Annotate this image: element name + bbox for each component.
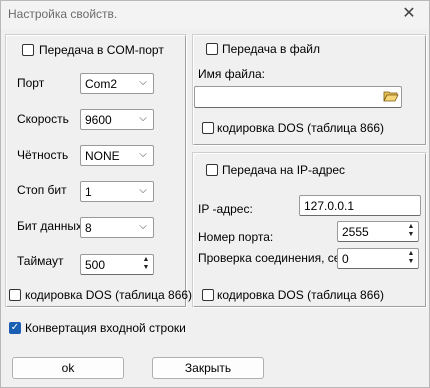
spin-buttons[interactable]: ▲ ▼ [405, 250, 417, 267]
ip-dos-checkbox[interactable] [202, 289, 214, 301]
spin-up-icon[interactable]: ▲ [405, 250, 417, 258]
close-button[interactable]: Закрыть [152, 357, 264, 379]
convert-checkbox[interactable]: ✓ [9, 322, 21, 334]
ip-dos-label: кодировка DOS (таблица 866) [217, 288, 385, 302]
window-title: Настройка свойств. [8, 7, 118, 21]
file-label: Передача в файл [222, 42, 321, 56]
port-label: Порт [17, 76, 45, 90]
com-port-label: Передача в COM-порт [39, 43, 164, 57]
data-bits-value: 8 [85, 221, 92, 235]
timeout-stepper[interactable]: 500 ▲ ▼ [80, 254, 154, 275]
speed-value: 9600 [85, 113, 112, 127]
data-bits-select[interactable]: 8 ⌵ [80, 217, 154, 238]
stop-bits-select[interactable]: 1 ⌵ [80, 181, 154, 202]
spin-buttons[interactable]: ▲ ▼ [140, 256, 152, 273]
file-checkbox[interactable] [206, 43, 218, 55]
chevron-down-icon: ⌵ [139, 221, 147, 232]
file-dos-label: кодировка DOS (таблица 866) [217, 121, 385, 135]
filename-input[interactable] [194, 86, 402, 108]
chevron-down-icon: ⌵ [139, 77, 147, 88]
folder-open-icon[interactable] [383, 89, 399, 103]
file-dos-checkbox[interactable] [202, 122, 214, 134]
ip-address-label: IP -адрес: [198, 202, 253, 216]
port-number-stepper[interactable]: 2555 ▲ ▼ [337, 221, 419, 242]
settings-dialog: Настройка свойств. ✕ Передача в COM-порт… [0, 0, 430, 388]
port-number-label: Номер порта: [198, 230, 274, 244]
port-value: Com2 [85, 77, 118, 91]
convert-label: Конвертация входной строки [25, 321, 186, 335]
spin-buttons[interactable]: ▲ ▼ [405, 223, 417, 240]
parity-select[interactable]: NONE ⌵ [80, 145, 154, 166]
spin-down-icon[interactable]: ▼ [140, 264, 152, 272]
check-interval-value: 0 [342, 252, 349, 266]
ip-address-value: 127.0.0.1 [304, 199, 355, 213]
com-port-checkbox[interactable] [22, 44, 34, 56]
port-number-value: 2555 [342, 225, 369, 239]
ip-address-input[interactable]: 127.0.0.1 [299, 195, 421, 216]
parity-label: Чётность [17, 148, 69, 162]
ok-button[interactable]: ok [12, 357, 124, 379]
timeout-label: Таймаут [17, 254, 64, 268]
check-interval-stepper[interactable]: 0 ▲ ▼ [337, 248, 419, 269]
speed-select[interactable]: 9600 ⌵ [80, 109, 154, 130]
spin-up-icon[interactable]: ▲ [405, 223, 417, 231]
chevron-down-icon: ⌵ [139, 113, 147, 124]
parity-value: NONE [85, 149, 120, 163]
spin-down-icon[interactable]: ▼ [405, 231, 417, 239]
chevron-down-icon: ⌵ [139, 149, 147, 160]
com-dos-checkbox[interactable] [9, 289, 21, 301]
speed-label: Скорость [17, 112, 69, 126]
data-bits-label: Бит данных [17, 219, 82, 233]
chevron-down-icon: ⌵ [139, 185, 147, 196]
spin-down-icon[interactable]: ▼ [405, 258, 417, 266]
ip-label: Передача на IP-адрес [222, 163, 346, 177]
check-interval-label: Проверка соединения, сек [198, 251, 346, 265]
port-select[interactable]: Com2 ⌵ [80, 73, 154, 94]
ip-checkbox[interactable] [206, 164, 218, 176]
timeout-value: 500 [85, 258, 106, 272]
close-icon[interactable]: ✕ [399, 4, 419, 24]
stop-bits-value: 1 [85, 185, 92, 199]
title-bar: Настройка свойств. ✕ [1, 1, 429, 29]
com-dos-label: кодировка DOS (таблица 866) [25, 288, 193, 302]
stop-bits-label: Стоп бит [17, 183, 67, 197]
filename-label: Имя файла: [198, 67, 265, 81]
spin-up-icon[interactable]: ▲ [140, 256, 152, 264]
